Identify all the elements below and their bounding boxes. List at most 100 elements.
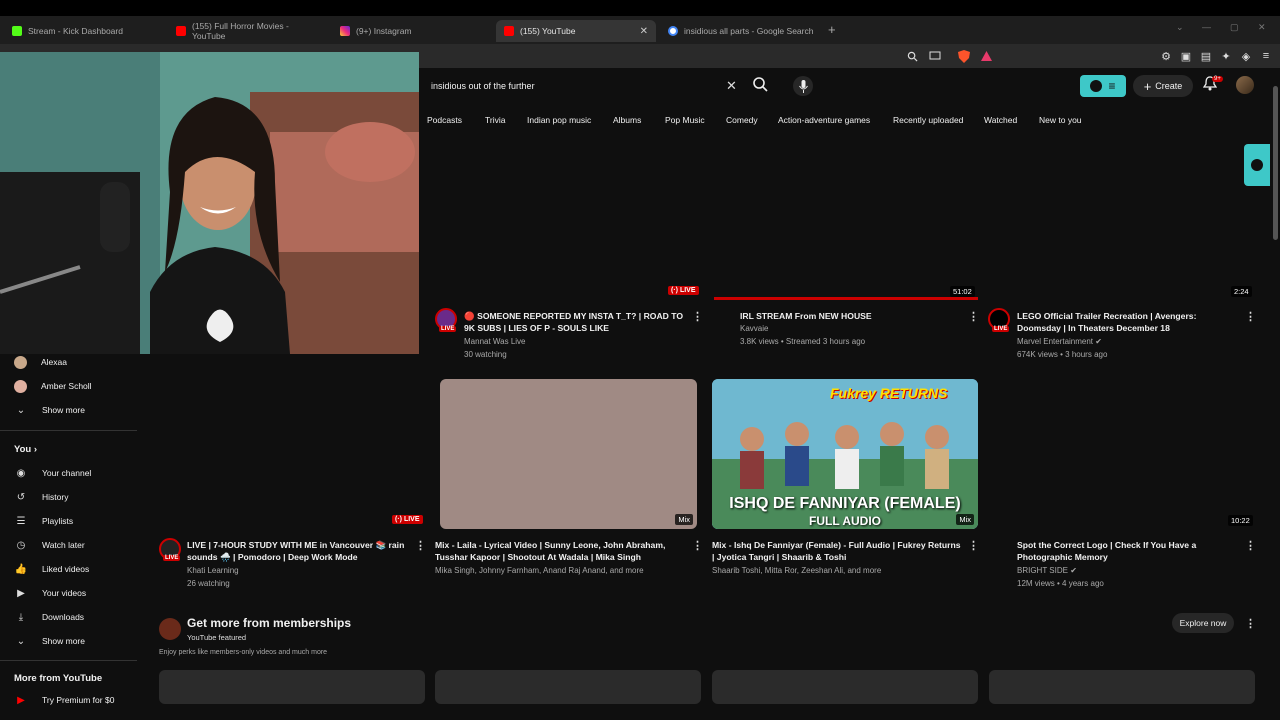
chip-recently-uploaded[interactable]: Recently uploaded (893, 112, 963, 128)
live-thumb-badge: (·) LIVE (392, 515, 423, 524)
tab-youtube-active[interactable]: (155) YouTube ✕ (496, 20, 656, 42)
webcam-overlay (0, 52, 419, 354)
sidebar-item-label: Show more (42, 405, 85, 415)
membership-card[interactable] (159, 670, 425, 704)
tab-list-icon[interactable]: ⌄ (1176, 22, 1184, 33)
create-label: Create (1155, 81, 1183, 91)
sidebar-toggle-icon[interactable]: ▣ (1178, 48, 1194, 64)
sidebar-item-history[interactable]: ↺ History (14, 487, 69, 507)
chip-new-to-you[interactable]: New to you (1039, 112, 1082, 128)
video-title[interactable]: LIVE | 7-HOUR STUDY WITH ME in Vancouver… (187, 539, 413, 563)
membership-card[interactable] (435, 670, 701, 704)
close-window-icon[interactable]: ✕ (1258, 22, 1266, 33)
google-icon (668, 26, 678, 36)
sidebar-item-try-premium[interactable]: ▶ Try Premium for $0 (14, 690, 114, 710)
video-title[interactable]: LEGO Official Trailer Recreation | Aveng… (1017, 310, 1239, 334)
clear-search-icon[interactable]: ✕ (726, 78, 737, 94)
more-options-icon[interactable]: ⋮ (968, 310, 979, 323)
sidebar-item-label: History (42, 492, 69, 502)
cast-icon[interactable] (927, 48, 943, 64)
chevron-down-icon: ⌄ (16, 635, 26, 647)
scrollbar-thumb[interactable] (1273, 86, 1278, 240)
video-meta: 26 watching (187, 579, 230, 588)
mix-badge: Mix (956, 514, 974, 525)
channel-name[interactable]: Marvel Entertainment ✔ (1017, 336, 1102, 348)
sidebar-show-more-subscriptions[interactable]: ⌄ Show more (14, 400, 85, 420)
more-options-icon[interactable]: ⋮ (968, 539, 979, 552)
channel-name[interactable]: Kavvaie (740, 323, 768, 335)
brave-rewards-icon[interactable] (978, 48, 994, 64)
chip-indian-pop-music[interactable]: Indian pop music (527, 112, 591, 128)
search-icon[interactable] (752, 76, 772, 96)
sidebar-item-label: Your videos (42, 588, 87, 598)
channel-name[interactable]: Mannat Was Live (464, 336, 526, 348)
sidebar-item-label: Liked videos (42, 564, 90, 574)
close-tab-icon[interactable]: ✕ (640, 26, 648, 37)
account-avatar[interactable] (1236, 76, 1254, 94)
extension-side-button[interactable] (1244, 144, 1270, 186)
chip-podcasts[interactable]: Podcasts (427, 112, 462, 128)
clock-icon: ◷ (16, 539, 26, 551)
zoom-icon[interactable] (904, 48, 920, 64)
leo-ai-icon[interactable]: ✦ (1218, 48, 1234, 64)
channel-name[interactable]: Shaarib Toshi, Mitta Ror, Zeeshan Ali, a… (712, 565, 881, 577)
sidebar-you-heading[interactable]: You › (14, 444, 37, 455)
membership-card[interactable] (989, 670, 1255, 704)
explore-now-button[interactable]: Explore now (1172, 613, 1234, 633)
new-tab-button[interactable]: + (828, 22, 836, 37)
channel-name[interactable]: Khati Learning (187, 565, 239, 577)
extension-button[interactable]: ≡ (1080, 75, 1126, 97)
channel-name[interactable]: BRIGHT SIDE ✔ (1017, 565, 1077, 577)
menu-icon[interactable]: ≡ (1258, 48, 1274, 64)
membership-card[interactable] (712, 670, 978, 704)
brave-shield-icon[interactable] (956, 48, 972, 64)
sidebar-show-more-you[interactable]: ⌄ Show more (14, 631, 85, 651)
search-input[interactable]: insidious out of the further (425, 74, 750, 98)
sidebar-item-your-channel[interactable]: ◉ Your channel (14, 463, 92, 483)
more-options-icon[interactable]: ⋮ (415, 539, 426, 552)
chip-pop-music[interactable]: Pop Music (665, 112, 705, 128)
more-options-icon[interactable]: ⋮ (1245, 617, 1256, 630)
plus-icon: + (1143, 78, 1152, 94)
wallet-icon[interactable]: ▤ (1198, 48, 1214, 64)
sidebar-item-label: Amber Scholl (41, 381, 92, 391)
video-title[interactable]: Spot the Correct Logo | Check If You Hav… (1017, 539, 1239, 563)
sidebar-more-heading: More from YouTube (14, 673, 103, 684)
video-thumbnail[interactable]: Mix (440, 379, 697, 529)
microphone-icon[interactable] (793, 76, 813, 96)
sidebar-item-your-videos[interactable]: ▶ Your videos (14, 583, 86, 603)
minimize-icon[interactable]: — (1202, 22, 1211, 32)
video-title[interactable]: Mix - Ishq De Fanniyar (Female) - Full A… (712, 539, 962, 563)
video-title[interactable]: IRL STREAM From NEW HOUSE (740, 310, 960, 322)
chip-action-adventure-games[interactable]: Action-adventure games (778, 112, 870, 128)
chip-trivia[interactable]: Trivia (485, 112, 505, 128)
chip-albums[interactable]: Albums (613, 112, 641, 128)
more-options-icon[interactable]: ⋮ (1245, 310, 1256, 323)
video-title[interactable]: 🔴 SOMEONE REPORTED MY INSTA T_T? | ROAD … (464, 310, 686, 334)
sidebar-item-playlists[interactable]: ☰ Playlists (14, 511, 74, 531)
create-button[interactable]: + Create (1133, 75, 1193, 97)
kick-icon (12, 26, 22, 36)
vpn-icon[interactable]: ◈ (1238, 48, 1254, 64)
chip-comedy[interactable]: Comedy (726, 112, 758, 128)
chip-watched[interactable]: Watched (984, 112, 1017, 128)
chevron-down-icon: ⌄ (16, 404, 26, 416)
more-options-icon[interactable]: ⋮ (692, 310, 703, 323)
more-options-icon[interactable]: ⋮ (692, 539, 703, 552)
tab-kick-dashboard[interactable]: Stream - Kick Dashboard (4, 20, 166, 42)
sidebar-sub-alexaa[interactable]: Alexaa (14, 352, 67, 372)
more-options-icon[interactable]: ⋮ (1245, 539, 1256, 552)
channel-name[interactable]: Mika Singh, Johnny Farnham, Anand Raj An… (435, 565, 644, 577)
maximize-icon[interactable]: ▢ (1230, 22, 1239, 33)
sidebar-sub-amber-scholl[interactable]: Amber Scholl (14, 376, 92, 396)
sidebar-item-watch-later[interactable]: ◷ Watch later (14, 535, 85, 555)
window-top-strip (0, 0, 1280, 16)
video-thumbnail[interactable]: Fukrey RETURNS ISHQ DE FANNIYAR (FEMALE)… (712, 379, 978, 529)
tab-instagram[interactable]: (9+) Instagram (332, 20, 494, 42)
tab-google-search[interactable]: insidious all parts - Google Search (660, 20, 824, 42)
tab-horror-movies[interactable]: (155) Full Horror Movies - YouTube (168, 20, 330, 42)
sidebar-item-liked-videos[interactable]: 👍 Liked videos (14, 559, 90, 579)
sidebar-item-downloads[interactable]: ⤓ Downloads (14, 607, 84, 627)
video-title[interactable]: Mix - Laila - Lyrical Video | Sunny Leon… (435, 539, 685, 563)
extensions-icon[interactable]: ⚙ (1158, 48, 1174, 64)
